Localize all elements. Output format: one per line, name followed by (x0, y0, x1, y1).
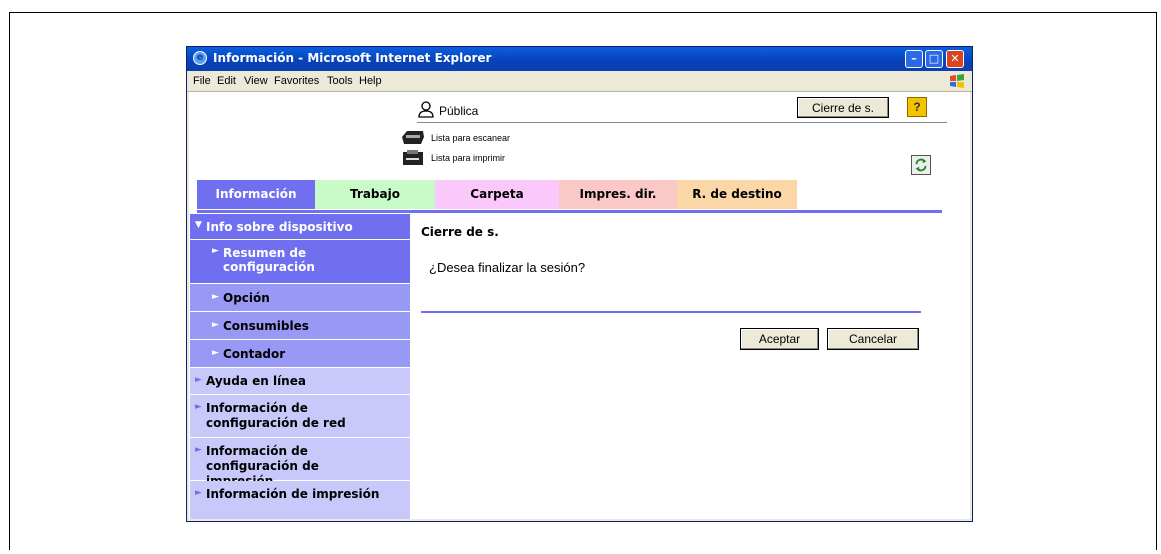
main-tabs: Información Trabajo Carpeta Impres. dir.… (197, 180, 951, 209)
close-button[interactable]: ✕ (946, 50, 964, 68)
menu-file[interactable]: File (193, 75, 211, 87)
maximize-button[interactable]: □ (925, 50, 943, 68)
logout-question: ¿Desea finalizar la sesión? (429, 260, 586, 275)
tab-carpeta[interactable]: Carpeta (435, 180, 559, 209)
sidebar: ▼ Info sobre dispositivo ► Resumen de co… (190, 214, 410, 519)
sidebar-item-label: Opción (223, 291, 270, 305)
scanner-icon (402, 131, 424, 144)
triangle-right-icon: ► (212, 246, 219, 256)
triangle-right-icon: ► (212, 320, 219, 330)
user-label: Pública (439, 104, 479, 118)
menu-favorites[interactable]: Favorites (274, 75, 319, 87)
user-icon (418, 101, 434, 118)
tab-informacion[interactable]: Información (197, 180, 315, 209)
triangle-down-icon: ▼ (195, 220, 202, 230)
triangle-right-icon: ► (195, 375, 202, 385)
windows-flag-icon (950, 74, 964, 88)
logout-button[interactable]: Cierre de s. (797, 97, 889, 118)
scanner-status-label: Lista para escanear (431, 133, 511, 143)
menu-help[interactable]: Help (359, 75, 382, 87)
tab-r-de-destino[interactable]: R. de destino (677, 180, 797, 209)
sidebar-item-label: Resumen de configuración (223, 246, 315, 274)
sidebar-item-config-impresion[interactable]: ► Información de configuración de impres… (190, 438, 410, 488)
tab-underline (197, 210, 942, 213)
refresh-icon[interactable] (911, 155, 931, 175)
sidebar-item-label: Ayuda en línea (206, 374, 306, 388)
sidebar-item-ayuda-en-linea[interactable]: ► Ayuda en línea (190, 368, 410, 395)
browser-window: e Información - Microsoft Internet Explo… (186, 46, 973, 522)
sidebar-item-label: Contador (223, 347, 286, 361)
tab-trabajo[interactable]: Trabajo (315, 180, 435, 209)
content-divider (421, 311, 921, 313)
menu-view[interactable]: View (244, 75, 268, 87)
window-title: Información - Microsoft Internet Explore… (213, 51, 492, 65)
accept-button[interactable]: Aceptar (740, 328, 819, 350)
sidebar-item-consumibles[interactable]: ► Consumibles (190, 312, 410, 340)
sidebar-item-opcion[interactable]: ► Opción (190, 284, 410, 312)
menu-tools[interactable]: Tools (327, 75, 353, 87)
printer-icon (403, 150, 423, 165)
title-bar[interactable]: e Información - Microsoft Internet Explo… (187, 47, 972, 71)
ie-logo-icon: e (193, 51, 207, 65)
minimize-button[interactable]: – (905, 50, 923, 68)
sidebar-item-contador[interactable]: ► Contador (190, 340, 410, 368)
sidebar-item-label: Información de configuración de red (206, 401, 346, 430)
menu-edit[interactable]: Edit (217, 75, 236, 87)
triangle-right-icon: ► (195, 445, 202, 455)
triangle-right-icon: ► (212, 348, 219, 358)
tab-impres-dir[interactable]: Impres. dir. (559, 180, 677, 209)
sidebar-item-label: Consumibles (223, 319, 309, 333)
page-content: Pública Cierre de s. ? Lista para escane… (189, 92, 970, 519)
triangle-right-icon: ► (212, 292, 219, 302)
sidebar-item-info-dispositivo[interactable]: ▼ Info sobre dispositivo (190, 214, 410, 240)
sidebar-item-config-red[interactable]: ► Información de configuración de red (190, 395, 410, 438)
cancel-button[interactable]: Cancelar (827, 328, 919, 350)
sidebar-item-info-impresion[interactable]: ► Información de impresión (190, 481, 410, 508)
sidebar-item-resumen-configuracion[interactable]: ► Resumen de configuración (190, 240, 410, 284)
page-title: Cierre de s. (421, 225, 499, 239)
triangle-right-icon: ► (195, 402, 202, 412)
menu-bar: File Edit View Favorites Tools Help (187, 71, 972, 92)
sidebar-item-label: Info sobre dispositivo (206, 220, 353, 234)
triangle-right-icon: ► (195, 488, 202, 498)
help-icon[interactable]: ? (907, 97, 927, 117)
printer-status-label: Lista para imprimir (431, 153, 506, 163)
sidebar-item-label: Información de impresión (206, 487, 380, 501)
